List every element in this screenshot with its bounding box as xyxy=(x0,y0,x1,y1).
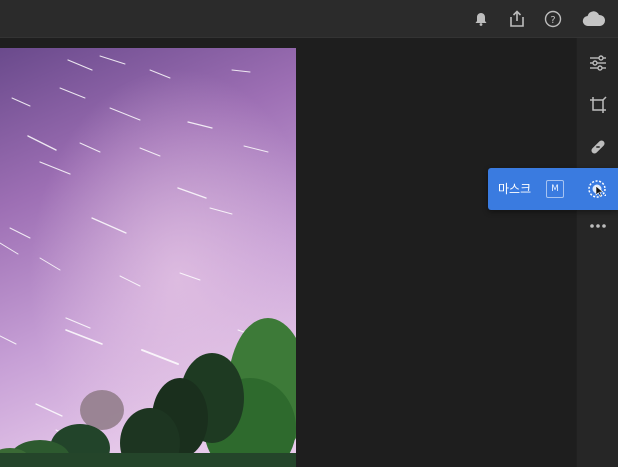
cloud-icon[interactable] xyxy=(582,9,606,29)
photo-star-trails[interactable] xyxy=(0,48,296,467)
help-icon[interactable]: ? xyxy=(543,9,563,29)
bell-icon[interactable] xyxy=(471,9,491,29)
share-icon[interactable] xyxy=(507,9,527,29)
edit-sliders-icon[interactable] xyxy=(587,52,609,74)
mask-icon[interactable] xyxy=(587,179,607,199)
more-icon[interactable] xyxy=(587,215,609,237)
mask-tool-tooltip[interactable]: 마스크 M xyxy=(488,168,618,210)
crop-icon[interactable] xyxy=(587,94,609,116)
canvas-area[interactable] xyxy=(0,38,576,467)
mask-tool-label: 마스크 xyxy=(498,182,532,196)
top-bar: ? xyxy=(0,0,618,38)
right-toolbar xyxy=(576,38,618,467)
healing-bandage-icon[interactable] xyxy=(587,136,609,158)
svg-text:?: ? xyxy=(550,15,555,26)
mask-shortcut-key: M xyxy=(546,180,564,198)
